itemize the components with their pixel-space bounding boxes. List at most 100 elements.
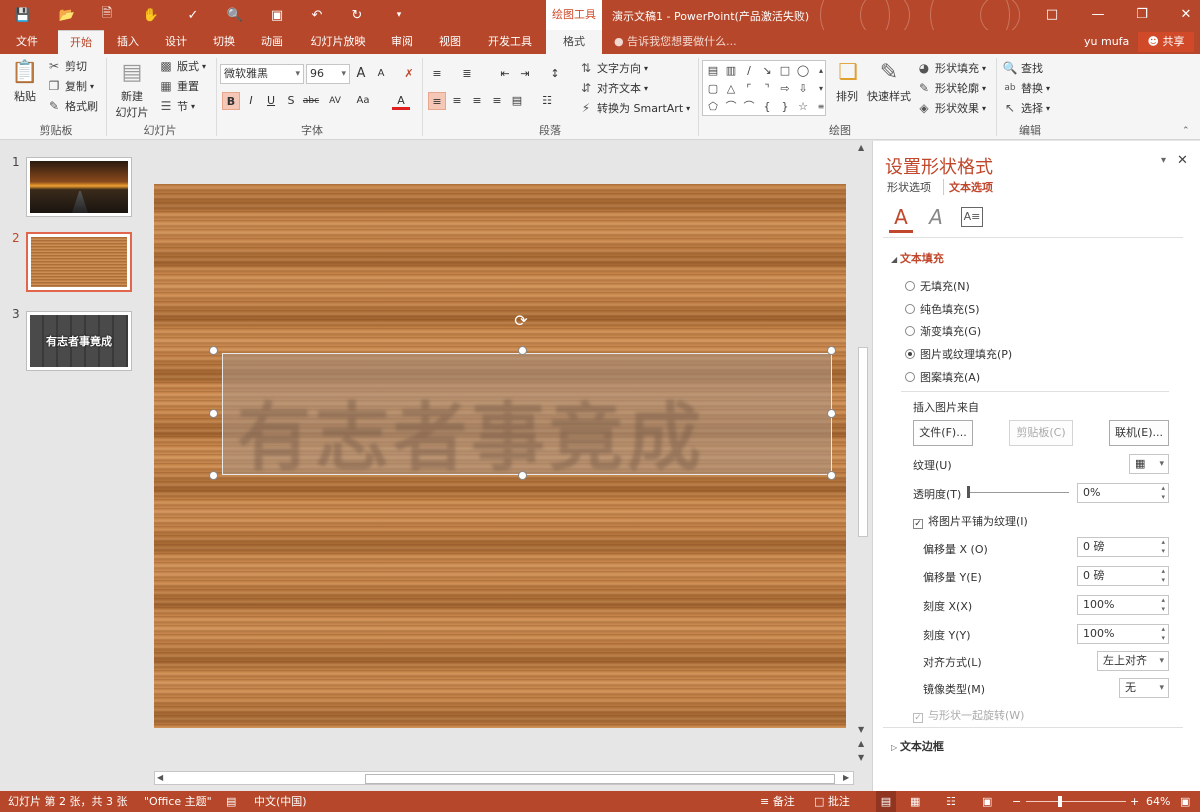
arrange-button[interactable]: ❑ 排列 <box>832 58 862 104</box>
user-name[interactable]: yu mufa <box>1084 30 1129 54</box>
zoom-slider-track[interactable] <box>1026 801 1126 802</box>
slide-thumbnail-3[interactable]: 有志者事竟成 <box>26 311 132 371</box>
font-size-combo[interactable]: 96 <box>306 64 350 84</box>
spelling-icon[interactable]: ✓ <box>184 6 202 24</box>
distribute-button[interactable]: ▤ <box>508 92 526 110</box>
transparency-slider-thumb[interactable] <box>967 486 970 498</box>
offset-x-input[interactable]: 0 磅 <box>1077 537 1169 557</box>
scale-y-input[interactable]: 100% <box>1077 624 1169 644</box>
selected-textbox[interactable]: 有志者事竟成 <box>222 353 832 481</box>
resize-handle-tl[interactable] <box>209 346 218 355</box>
file-button[interactable]: 文件(F)... <box>913 420 973 446</box>
tab-transitions[interactable]: 切换 <box>204 30 244 54</box>
star-shape-icon[interactable]: ☆ <box>795 99 811 115</box>
tab-developer[interactable]: 开发工具 <box>478 30 542 54</box>
text-direction-button[interactable]: ⇅ 文字方向 ▾ <box>578 60 648 76</box>
tell-me-box[interactable]: ● 告诉我您想要做什么... <box>614 30 737 54</box>
tab-shape-options[interactable]: 形状选项 <box>887 179 931 195</box>
elbow-connector-shape-icon[interactable]: ⌜ <box>741 81 757 97</box>
format-painter-button[interactable]: ✎ 格式刷 <box>46 98 98 114</box>
align-left-button[interactable]: ≡ <box>428 92 446 110</box>
zoom-slider-thumb[interactable] <box>1058 796 1062 807</box>
tab-design[interactable]: 设计 <box>156 30 196 54</box>
tab-review[interactable]: 审阅 <box>382 30 422 54</box>
save-icon[interactable]: 💾 <box>14 6 32 24</box>
numbering-icon[interactable]: ≣ <box>458 65 476 83</box>
redo-icon[interactable]: ↻ <box>348 6 366 24</box>
shapes-gallery[interactable]: ▤ ▥ ∕ ↘ □ ◯ ▢ △ ⌜ ⌝ ⇨ ⇩ ⬠ ⌒ ⌒ { } ☆ ▴ ▾ … <box>702 60 826 116</box>
tab-file[interactable]: 文件 <box>0 30 54 54</box>
zoom-level[interactable]: 64% <box>1146 791 1170 812</box>
triangle-shape-icon[interactable]: △ <box>723 81 739 97</box>
next-slide-icon[interactable]: ▼ <box>858 753 864 762</box>
language[interactable]: 中文(中国) <box>254 791 307 812</box>
underline-button[interactable]: U <box>262 92 280 110</box>
text-fill-outline-icon[interactable]: A <box>889 205 913 233</box>
texture-picker[interactable]: ▦ <box>1129 454 1169 474</box>
resize-handle-bl[interactable] <box>209 471 218 480</box>
customize-qat-icon[interactable]: ▾ <box>390 6 408 24</box>
previous-slide-icon[interactable]: ▲ <box>858 739 864 748</box>
radio-solid-fill[interactable]: 纯色填充(S) <box>905 301 980 317</box>
curve-shape-icon[interactable]: ⌒ <box>723 99 739 115</box>
char-spacing-button[interactable]: AV <box>326 92 344 110</box>
resize-handle-tr[interactable] <box>827 346 836 355</box>
right-brace-shape-icon[interactable]: } <box>777 99 793 115</box>
slide-thumbnail-1[interactable] <box>26 157 132 217</box>
shadow-button[interactable]: S <box>282 92 300 110</box>
zoom-out-icon[interactable]: − <box>1012 791 1021 812</box>
spellcheck-icon[interactable]: ▤ <box>226 791 236 812</box>
textbox-layout-icon[interactable]: A≡ <box>961 207 983 227</box>
arc-shape-icon[interactable]: ⌒ <box>741 99 757 115</box>
down-arrow-shape-icon[interactable]: ⇩ <box>795 81 811 97</box>
slideshow-start-icon[interactable]: ▣ <box>268 6 286 24</box>
tab-text-options[interactable]: 文本选项 <box>943 179 993 195</box>
normal-view-icon[interactable]: ▤ <box>876 791 896 812</box>
font-name-combo[interactable]: 微软雅黑 <box>220 64 304 84</box>
rounded-rect-shape-icon[interactable]: ▢ <box>705 81 721 97</box>
increase-indent-icon[interactable]: ⇥ <box>516 65 534 83</box>
alignment-select[interactable]: 左上对齐 <box>1097 651 1169 671</box>
oval-shape-icon[interactable]: ◯ <box>795 63 811 79</box>
section-text-fill[interactable]: ◢ 文本填充 <box>891 250 944 266</box>
slide-sorter-icon[interactable]: ▦ <box>910 791 920 812</box>
open-folder-icon[interactable]: 📂 <box>58 6 76 24</box>
bold-button[interactable]: B <box>222 92 240 110</box>
shrink-font-icon[interactable]: A <box>372 65 390 83</box>
bullets-icon[interactable]: ≡ <box>428 65 446 83</box>
select-button[interactable]: ↖ 选择 ▾ <box>1002 100 1050 116</box>
slide-thumbnail-2[interactable] <box>26 232 132 292</box>
section-text-border[interactable]: ▷ 文本边框 <box>891 738 944 754</box>
cut-button[interactable]: ✂ 剪切 <box>46 58 87 74</box>
transparency-slider-track[interactable] <box>969 492 1069 493</box>
italic-button[interactable]: I <box>242 92 260 110</box>
fit-slide-icon[interactable]: ▣ <box>1180 791 1190 812</box>
collapse-ribbon-icon[interactable]: ⌃ <box>1182 126 1190 136</box>
resize-handle-r[interactable] <box>827 409 836 418</box>
align-right-button[interactable]: ≡ <box>468 92 486 110</box>
left-brace-shape-icon[interactable]: { <box>759 99 775 115</box>
zoom-in-icon[interactable]: + <box>1130 791 1139 812</box>
undo-icon[interactable]: ↶ <box>308 6 326 24</box>
touch-mode-icon[interactable]: ✋ <box>142 6 160 24</box>
tab-animations[interactable]: 动画 <box>252 30 292 54</box>
slide-2-canvas[interactable]: ⟳ 有志者事竟成 <box>154 184 846 728</box>
transparency-input[interactable]: 0% <box>1077 483 1169 503</box>
reading-view-icon[interactable]: ☷ <box>946 791 956 812</box>
horizontal-scrollbar[interactable]: ◀ ▶ <box>150 770 856 786</box>
print-preview-icon[interactable]: 🔍 <box>226 6 244 24</box>
right-arrow-shape-icon[interactable]: ⇨ <box>777 81 793 97</box>
replace-button[interactable]: ab 替换 ▾ <box>1002 80 1050 96</box>
tab-home[interactable]: 开始 <box>58 30 104 54</box>
section-button[interactable]: ☰ 节 ▾ <box>158 98 195 114</box>
quick-styles-button[interactable]: ✎ 快速样式 <box>866 58 912 104</box>
scroll-up-icon[interactable]: ▲ <box>858 143 864 152</box>
clear-format-icon[interactable]: ✗ <box>400 65 418 83</box>
grow-font-icon[interactable]: A <box>352 65 370 83</box>
share-button[interactable]: ☻ 共享 <box>1138 32 1194 52</box>
pane-close-icon[interactable]: ✕ <box>1177 153 1188 168</box>
rotate-handle-icon[interactable]: ⟳ <box>512 312 530 330</box>
vertical-scrollbar[interactable]: ▲ ▼ ▲ ▼ <box>856 141 870 781</box>
smartart-button[interactable]: ⚡ 转换为 SmartArt ▾ <box>578 100 690 116</box>
close-button[interactable]: ✕ <box>1174 4 1198 26</box>
